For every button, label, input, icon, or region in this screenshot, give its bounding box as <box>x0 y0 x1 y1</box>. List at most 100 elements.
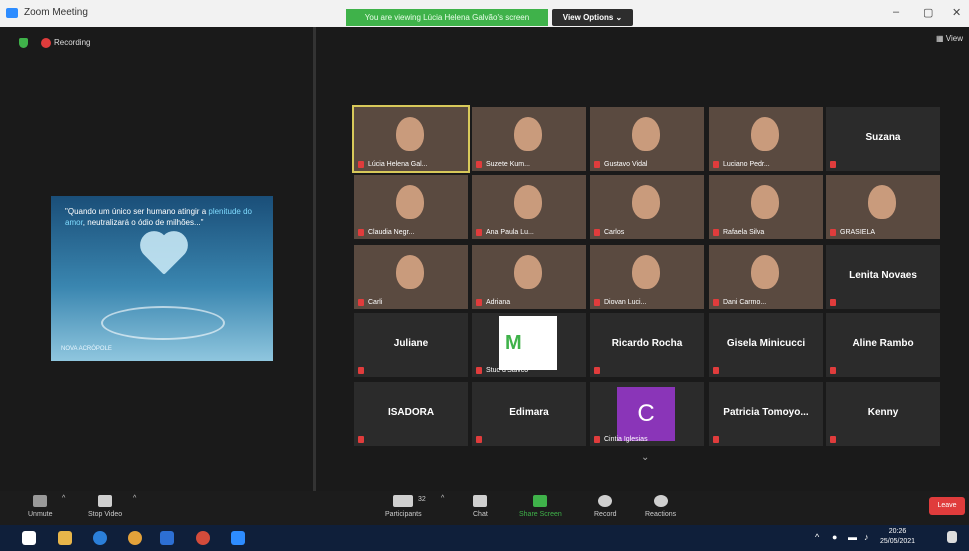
minimize-button[interactable]: – <box>893 6 899 18</box>
muted-microphone-icon <box>358 367 364 374</box>
participant-tile[interactable]: ISADORA <box>354 382 468 446</box>
outlook-icon[interactable] <box>160 531 174 545</box>
participants-label: Participants <box>385 511 422 518</box>
participant-tile[interactable]: Carlos <box>590 175 704 239</box>
split-divider[interactable] <box>313 27 316 491</box>
view-label: View <box>945 34 963 43</box>
zoom-logo-icon <box>6 8 18 18</box>
participant-tile[interactable]: Gustavo Vidal <box>590 107 704 171</box>
participant-tile[interactable]: Juliane <box>354 313 468 377</box>
close-button[interactable]: ✕ <box>952 6 961 19</box>
muted-microphone-icon <box>830 229 836 236</box>
participant-name: Juliane <box>393 338 429 349</box>
taskbar-date: 25/05/2021 <box>880 538 916 545</box>
participant-tile[interactable]: Aline Rambo <box>826 313 940 377</box>
taskbar-clock[interactable]: 20:26 25/05/2021 <box>880 527 915 547</box>
participant-tile[interactable]: GRASIELA <box>826 175 940 239</box>
participant-avatar: C <box>617 387 675 441</box>
record-button[interactable]: Record <box>594 495 617 518</box>
muted-microphone-icon <box>594 229 600 236</box>
maximize-button[interactable]: ▢ <box>923 6 933 19</box>
audio-options-caret[interactable]: ^ <box>62 495 65 502</box>
unmute-button[interactable]: Unmute <box>28 495 53 518</box>
slide-quote: "Quando um único ser humano atingir a pl… <box>65 206 261 228</box>
muted-microphone-icon <box>713 436 719 443</box>
volume-tray-icon[interactable]: ♪ <box>864 532 869 542</box>
participant-name: Stuc d'Salvco <box>486 367 529 374</box>
edge-browser-icon[interactable] <box>93 531 107 545</box>
participant-tile[interactable]: Rafaela Silva <box>709 175 823 239</box>
quote-start: "Quando um único ser humano atingir a <box>65 207 209 216</box>
participant-tile[interactable]: Carli <box>354 245 468 309</box>
video-options-caret[interactable]: ^ <box>133 495 136 502</box>
participant-tile[interactable]: Lúcia Helena Gal... <box>352 105 470 173</box>
participants-button[interactable]: Participants <box>385 495 422 518</box>
participant-tile[interactable]: Patricia Tomoyo... <box>709 382 823 446</box>
water-splash-image <box>101 306 225 340</box>
participant-tile[interactable]: Suzete Kum... <box>472 107 586 171</box>
muted-microphone-icon <box>594 299 600 306</box>
app-icon[interactable] <box>196 531 210 545</box>
muted-microphone-icon <box>476 161 482 168</box>
chat-label: Chat <box>473 511 488 518</box>
muted-microphone-icon <box>713 299 719 306</box>
leave-button[interactable]: Leave <box>929 497 965 515</box>
participant-tile[interactable]: Ricardo Rocha <box>590 313 704 377</box>
muted-microphone-icon <box>358 299 364 306</box>
participant-tile[interactable]: Lenita Novaes <box>826 245 940 309</box>
participant-name: Edimara <box>509 407 549 418</box>
participant-tile[interactable]: Gisela Minicucci <box>709 313 823 377</box>
windows-taskbar: ^ ● ▬ ♪ 20:26 25/05/2021 <box>0 525 969 551</box>
share-screen-button[interactable]: Share Screen <box>519 495 562 518</box>
tray-chevron-icon[interactable]: ^ <box>815 532 819 542</box>
participant-tile[interactable]: Diovan Luci... <box>590 245 704 309</box>
participant-video <box>751 117 779 151</box>
participant-video <box>632 117 660 151</box>
participant-name: Luciano Pedr... <box>723 161 770 168</box>
muted-microphone-icon <box>358 161 364 168</box>
muted-microphone-icon <box>830 367 836 374</box>
encryption-shield-icon[interactable] <box>19 38 28 48</box>
muted-microphone-icon <box>830 161 836 168</box>
participant-tile[interactable]: Ana Paula Lu... <box>472 175 586 239</box>
network-tray-icon[interactable]: ▬ <box>848 532 857 542</box>
muted-microphone-icon <box>830 436 836 443</box>
participant-tile[interactable]: Suzana <box>826 107 940 171</box>
zoom-taskbar-icon[interactable] <box>231 531 245 545</box>
participant-tile[interactable]: Edimara <box>472 382 586 446</box>
chat-button[interactable]: Chat <box>473 495 488 518</box>
participant-tile[interactable]: Kenny <box>826 382 940 446</box>
microphone-muted-icon <box>33 495 48 507</box>
logo-mark: M <box>505 332 522 354</box>
chevron-down-icon[interactable]: ⌄ <box>641 452 649 463</box>
file-explorer-icon[interactable] <box>58 531 72 545</box>
participant-tile[interactable]: C Cintia Iglesias <box>590 382 704 446</box>
chrome-browser-icon[interactable] <box>128 531 142 545</box>
view-options-button[interactable]: View Options ⌄ <box>552 9 633 26</box>
reactions-label: Reactions <box>645 511 677 518</box>
participants-caret[interactable]: ^ <box>441 495 444 502</box>
participant-name: Cintia Iglesias <box>604 436 648 443</box>
water-heart-image <box>144 235 184 275</box>
participants-count: 32 <box>418 496 426 503</box>
participant-tile[interactable]: M Stuc d'Salvco <box>472 313 586 377</box>
record-label: Record <box>594 511 617 518</box>
view-button[interactable]: ▦ View <box>936 34 963 43</box>
quote-end: , neutralizará o ódio de milhões..." <box>82 218 204 227</box>
participant-tile[interactable]: Claudia Negr... <box>354 175 468 239</box>
participant-tile[interactable]: Luciano Pedr... <box>709 107 823 171</box>
participant-video <box>514 255 542 289</box>
muted-microphone-icon <box>594 367 600 374</box>
muted-microphone-icon <box>476 436 482 443</box>
notifications-icon[interactable] <box>947 531 957 543</box>
participant-tile[interactable]: Adriana <box>472 245 586 309</box>
participant-tile[interactable]: Dani Carmo... <box>709 245 823 309</box>
stop-video-button[interactable]: Stop Video <box>88 495 122 518</box>
microphone-tray-icon[interactable]: ● <box>832 532 837 542</box>
participant-name: Adriana <box>486 299 511 306</box>
muted-microphone-icon <box>713 367 719 374</box>
windows-start-icon[interactable] <box>22 531 36 545</box>
participant-name: Claudia Negr... <box>368 229 415 236</box>
reactions-button[interactable]: Reactions <box>645 495 676 518</box>
participant-name: ISADORA <box>387 407 435 418</box>
